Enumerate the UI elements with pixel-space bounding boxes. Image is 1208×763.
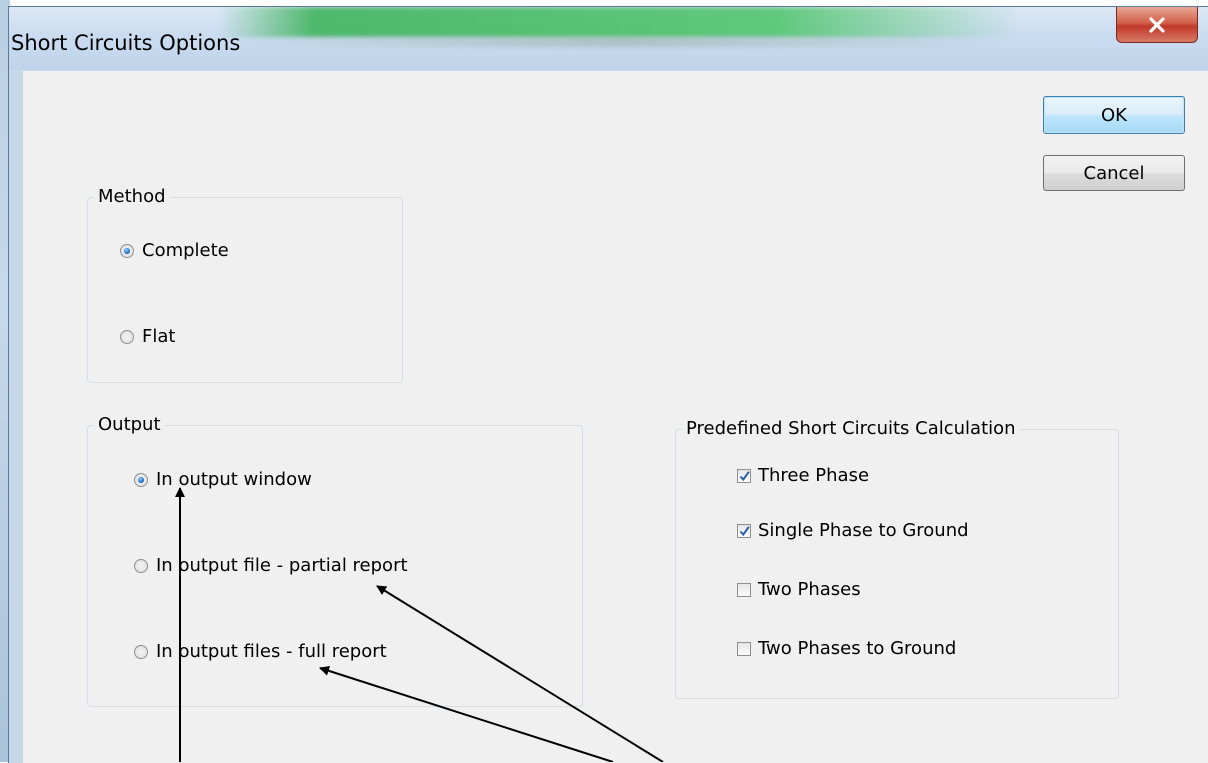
predefined-option-three-phase[interactable]: Three Phase — [737, 465, 869, 486]
checkmark-icon — [739, 470, 750, 481]
predefined-option-single-phase-to-ground[interactable]: Single Phase to Ground — [737, 520, 969, 541]
background-app-blur-strip — [239, 37, 999, 47]
cancel-button[interactable]: Cancel — [1043, 155, 1185, 191]
close-icon — [1149, 16, 1165, 33]
flat-label: Flat — [142, 326, 176, 347]
complete-radio[interactable] — [120, 243, 134, 258]
output-group-label: Output — [94, 413, 165, 437]
complete-label: Complete — [142, 240, 229, 261]
two-phases-label: Two Phases — [758, 579, 861, 600]
method-option-complete[interactable]: Complete — [120, 240, 229, 261]
three-phase-label: Three Phase — [758, 465, 870, 486]
single-phase-to-ground-label: Single Phase to Ground — [758, 520, 969, 541]
method-option-flat[interactable]: Flat — [120, 326, 175, 347]
two-phases-to-ground-checkbox[interactable] — [737, 641, 751, 656]
output-option-full-report[interactable]: In output files - full report — [134, 641, 387, 662]
method-group: Method — [87, 185, 403, 383]
two-phases-checkbox[interactable] — [737, 582, 751, 597]
close-button[interactable] — [1116, 7, 1198, 43]
title-bar: Short Circuits Options — [9, 7, 1208, 70]
predefined-option-two-phases[interactable]: Two Phases — [737, 579, 861, 600]
ok-button[interactable]: OK — [1043, 96, 1185, 134]
output-window-radio[interactable] — [134, 472, 148, 487]
single-phase-to-ground-checkbox[interactable] — [737, 523, 751, 538]
output-window-label: In output window — [156, 469, 312, 490]
short-circuits-options-dialog: Short Circuits Options OK Cancel Method … — [8, 6, 1208, 763]
flat-radio[interactable] — [120, 329, 134, 344]
dialog-client-area: OK Cancel Method Complete Flat Output In… — [23, 71, 1208, 763]
output-option-window[interactable]: In output window — [134, 469, 312, 490]
two-phases-to-ground-label: Two Phases to Ground — [758, 638, 957, 659]
checkmark-icon — [739, 525, 750, 536]
window-title: Short Circuits Options — [11, 31, 241, 55]
partial-report-radio[interactable] — [134, 558, 148, 573]
three-phase-checkbox[interactable] — [737, 468, 751, 483]
background-app-blur — [219, 7, 1019, 37]
method-group-label: Method — [94, 185, 170, 209]
full-report-radio[interactable] — [134, 644, 148, 659]
output-option-partial-report[interactable]: In output file - partial report — [134, 555, 408, 576]
predefined-option-two-phases-to-ground[interactable]: Two Phases to Ground — [737, 638, 956, 659]
predefined-group-label: Predefined Short Circuits Calculation — [682, 417, 1020, 441]
partial-report-label: In output file - partial report — [156, 555, 408, 576]
full-report-label: In output files - full report — [156, 641, 387, 662]
